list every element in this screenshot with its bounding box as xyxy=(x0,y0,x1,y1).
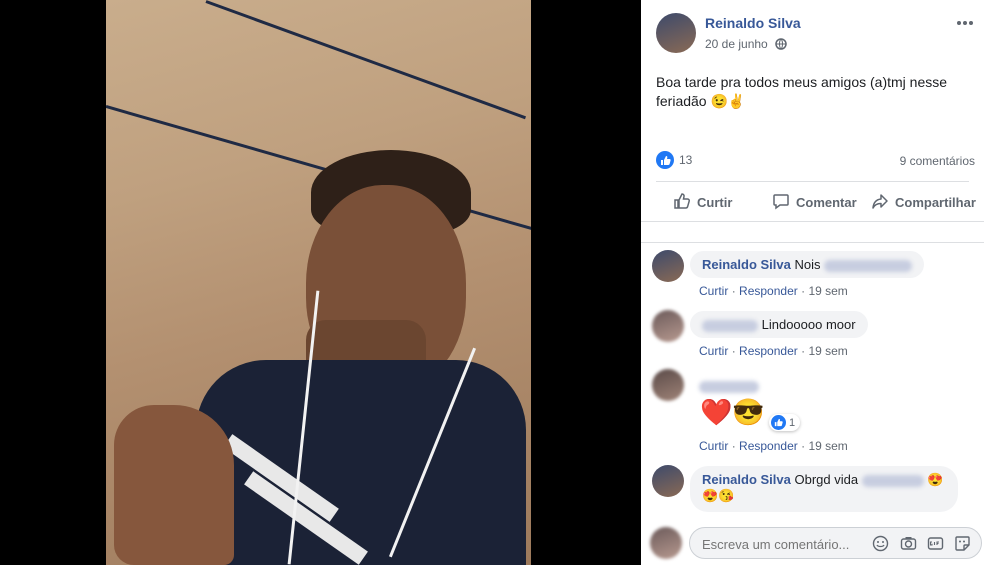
comment-actions: Curtir · Responder · 19 sem xyxy=(699,284,848,298)
comment-text: Nois xyxy=(794,257,821,272)
comment-text: Lindooooo moor xyxy=(761,317,856,332)
thumbs-up-icon xyxy=(673,192,691,213)
sticker-icon[interactable] xyxy=(954,535,971,557)
comment-actions: Curtir · Responder · 19 sem xyxy=(699,344,848,358)
comment-bubble: Reinaldo Silva Obrgd vida 😍 😍😘 xyxy=(690,466,958,512)
comment-author[interactable]: Reinaldo Silva xyxy=(702,472,791,487)
commenter-avatar[interactable] xyxy=(652,250,684,282)
comment-author[interactable]: Reinaldo Silva xyxy=(702,257,791,272)
comment-time[interactable]: 19 sem xyxy=(808,284,847,298)
comment-bubble: Reinaldo Silva Nois xyxy=(690,251,925,278)
commenter-avatar[interactable] xyxy=(652,310,684,342)
comment-time[interactable]: 19 sem xyxy=(808,344,847,358)
tagged-user-blurred[interactable] xyxy=(861,474,924,487)
comment-like-link[interactable]: Curtir xyxy=(699,439,728,453)
camera-icon[interactable] xyxy=(900,535,917,557)
photo-viewer xyxy=(0,0,641,565)
comment-reply-link[interactable]: Responder xyxy=(739,284,798,298)
like-button[interactable]: Curtir xyxy=(673,192,732,213)
author-name[interactable]: Reinaldo Silva xyxy=(705,15,801,31)
comment-author-blurred[interactable] xyxy=(699,378,759,396)
post-panel: Reinaldo Silva 20 de junho Boa tarde pra… xyxy=(641,0,984,565)
divider xyxy=(641,221,984,222)
post-date[interactable]: 20 de junho xyxy=(705,37,768,51)
comment-input-box[interactable] xyxy=(689,527,982,559)
comment-composer xyxy=(641,520,984,565)
reaction-count: 1 xyxy=(789,416,796,429)
comment-reply-link[interactable]: Responder xyxy=(739,344,798,358)
comment-time[interactable]: 19 sem xyxy=(808,439,847,453)
comment-text: 😍😘 xyxy=(702,488,735,503)
wall-wire xyxy=(205,0,527,120)
comments-count[interactable]: 9 comentários xyxy=(900,154,975,168)
commenter-avatar[interactable] xyxy=(652,369,684,401)
comment-input[interactable] xyxy=(700,533,864,555)
like-reaction-icon xyxy=(771,415,786,430)
comment-emoji-text: ❤️😎 xyxy=(700,397,765,427)
commenter-avatar[interactable] xyxy=(652,465,684,497)
comment-like-link[interactable]: Curtir xyxy=(699,344,728,358)
comment-bubble: Lindooooo moor xyxy=(690,311,868,338)
post-text-line: feriadão 😉✌️ xyxy=(656,93,746,109)
comment-text: Obrgd vida xyxy=(794,472,859,487)
comment-reply-link[interactable]: Responder xyxy=(739,439,798,453)
comment-actions: Curtir · Responder · 19 sem xyxy=(699,439,848,453)
like-reaction-icon xyxy=(656,151,674,169)
post-photo[interactable] xyxy=(106,0,531,565)
globe-icon xyxy=(775,38,787,53)
comment-button-label: Comentar xyxy=(796,195,857,210)
comment-button[interactable]: Comentar xyxy=(772,192,857,213)
divider xyxy=(641,242,984,243)
post-text: Boa tarde pra todos meus amigos (a)tmj n… xyxy=(656,73,971,111)
share-button[interactable]: Compartilhar xyxy=(871,192,976,213)
like-count: 13 xyxy=(679,153,693,167)
like-button-label: Curtir xyxy=(697,195,733,210)
heart-eyes-emoji: 😍 xyxy=(927,472,944,487)
comment-like-link[interactable]: Curtir xyxy=(699,284,728,298)
share-icon xyxy=(871,192,889,213)
viewer-avatar xyxy=(650,527,682,559)
tagged-user-blurred[interactable] xyxy=(824,259,913,272)
more-icon[interactable] xyxy=(956,14,974,37)
gif-icon[interactable] xyxy=(927,535,944,557)
divider xyxy=(656,181,969,182)
person-hand xyxy=(114,405,234,565)
post-text-line: Boa tarde pra todos meus amigos (a)tmj n… xyxy=(656,74,948,90)
comment-icon xyxy=(772,192,790,213)
comment-reaction-badge[interactable]: 1 xyxy=(769,414,801,431)
share-button-label: Compartilhar xyxy=(895,195,976,210)
reaction-summary[interactable]: 13 xyxy=(656,151,692,169)
comment-author-blurred[interactable] xyxy=(702,319,758,332)
emoji-icon[interactable] xyxy=(872,535,889,557)
author-avatar[interactable] xyxy=(656,13,696,53)
